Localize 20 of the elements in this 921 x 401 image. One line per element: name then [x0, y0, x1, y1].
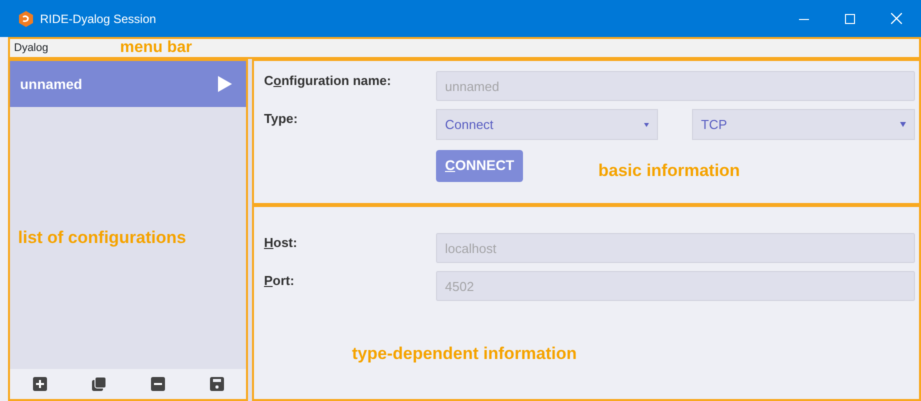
annotation-label: type-dependent information — [352, 344, 577, 363]
caret-icon — [644, 122, 649, 126]
connect-button[interactable]: CONNECT — [436, 150, 524, 182]
annotation-label: list of configurations — [18, 227, 186, 250]
field-label: Type: — [264, 110, 299, 128]
protocol-dropdown[interactable]: TCP — [692, 109, 915, 140]
field-label: Configuration name: — [264, 72, 392, 90]
configuration-item[interactable]: unnamed — [10, 61, 246, 107]
window-title: RIDE-Dyalog Session — [40, 10, 156, 28]
caret-icon — [900, 122, 906, 127]
type-dropdown[interactable]: Connect — [436, 109, 658, 140]
menu-item[interactable]: Dyalog — [14, 40, 48, 56]
field-label: Port: — [264, 272, 296, 290]
close-icon[interactable] — [890, 13, 902, 24]
field-label: Host: — [264, 234, 298, 252]
annotation-label: menu bar — [120, 38, 192, 58]
app-logo-icon — [18, 10, 34, 26]
maximize-icon[interactable] — [845, 14, 855, 24]
play-icon[interactable] — [218, 76, 232, 92]
annotation-label: basic information — [598, 160, 740, 182]
